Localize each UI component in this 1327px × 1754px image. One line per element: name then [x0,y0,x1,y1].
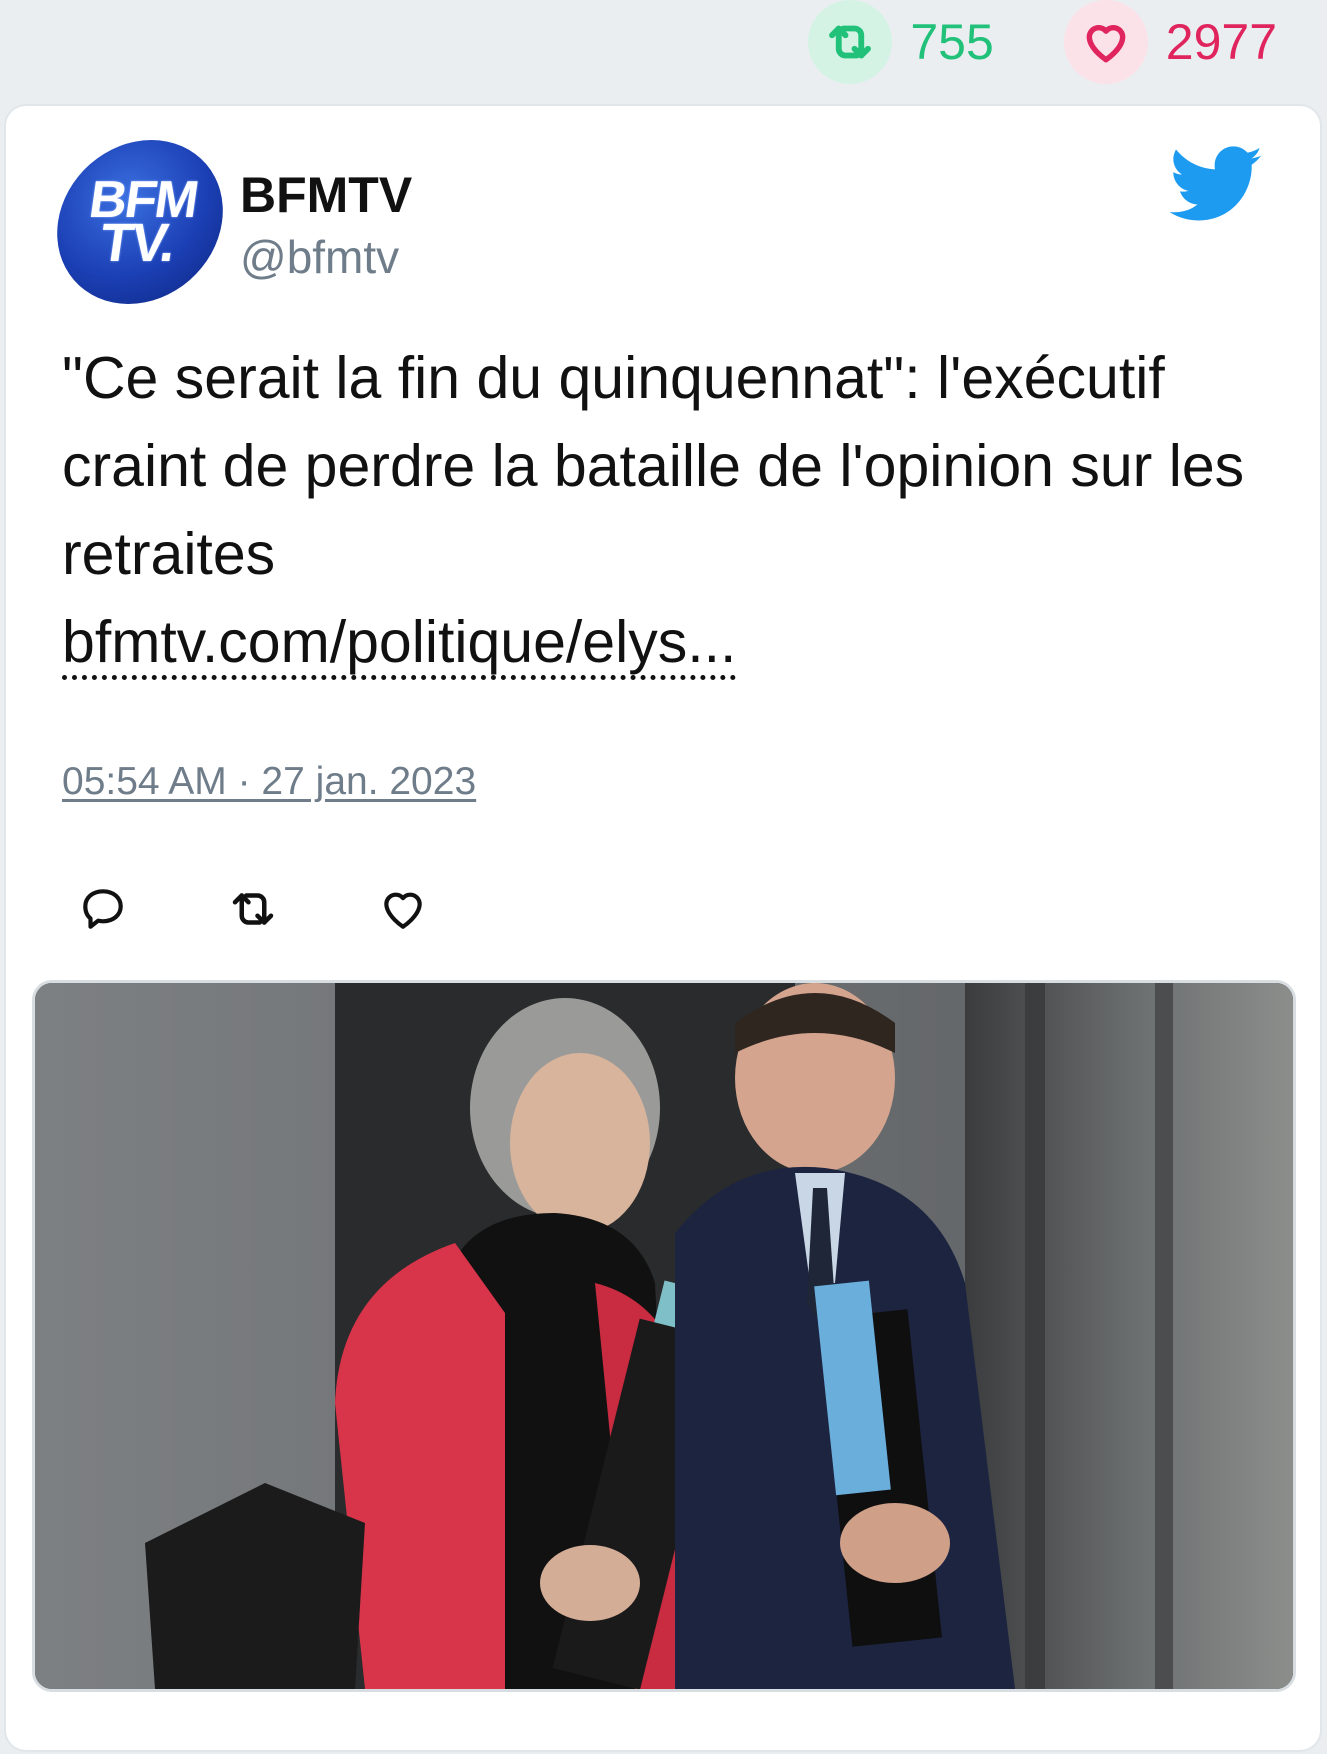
tweet-actions [76,882,430,936]
user-handle[interactable]: @bfmtv [240,230,399,284]
tweet-stats: 755 2977 [808,0,1277,84]
twitter-bird-icon[interactable] [1169,146,1264,229]
display-name[interactable]: BFMTV [240,166,412,224]
like-button[interactable] [376,882,430,936]
reply-button[interactable] [76,882,130,936]
retweet-icon [232,893,274,925]
heart-icon [384,892,422,929]
tweet-text: "Ce serait la fin du quinquennat": l'exé… [62,334,1262,686]
reply-icon [83,889,123,929]
like-count-value: 2977 [1165,14,1277,70]
retweet-count[interactable]: 755 [808,0,994,84]
retweet-count-value: 755 [910,14,994,70]
photo-illustration [35,983,1293,1689]
heart-icon [1063,0,1148,84]
like-count[interactable]: 2977 [1063,0,1277,84]
tweet-link[interactable]: bfmtv.com/politique/elys... [62,609,737,680]
tweet-media-photo[interactable] [32,980,1296,1692]
tweet-timestamp[interactable]: 05:54 AM · 27 jan. 2023 [62,760,476,804]
retweet-button[interactable] [226,882,280,936]
tweet-card: BFM TV. BFMTV @bfmtv "Ce serait la fin d… [4,104,1322,1752]
avatar-logo-line2: TV. [96,213,178,274]
avatar[interactable]: BFM TV. [46,140,234,304]
retweet-icon [808,0,893,84]
tweet-body: "Ce serait la fin du quinquennat": l'exé… [62,345,1245,587]
